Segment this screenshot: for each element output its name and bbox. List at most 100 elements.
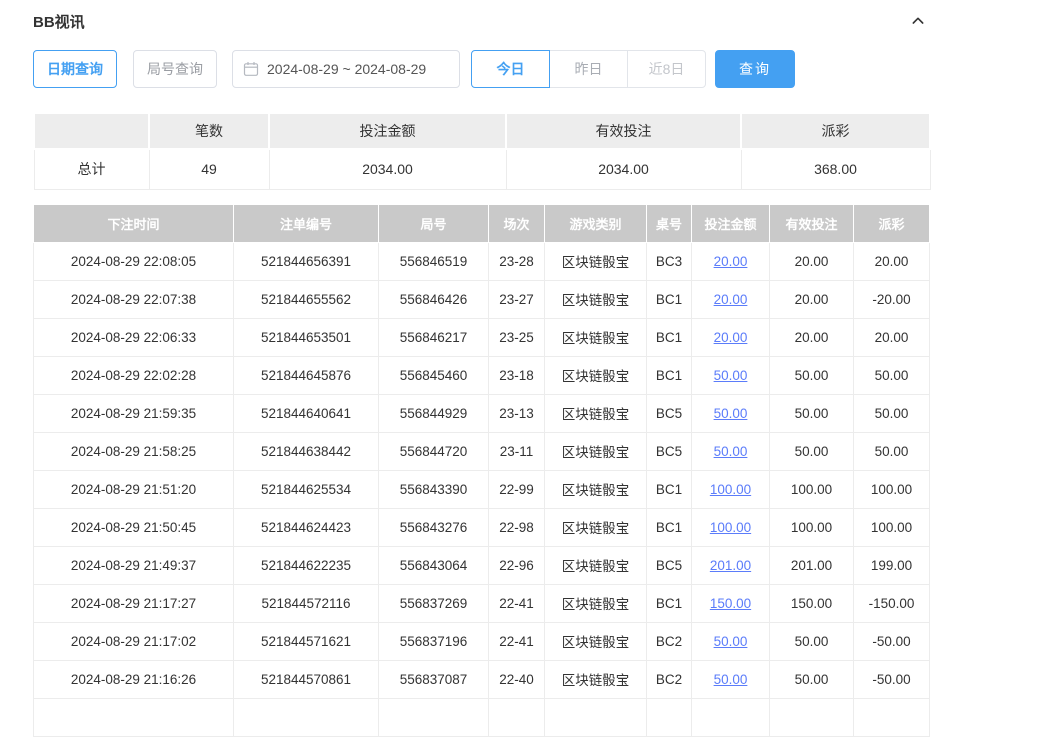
table-row: 2024-08-29 21:50:45521844624423556843276…	[34, 508, 930, 546]
bet-amount-link[interactable]: 20.00	[714, 330, 748, 345]
bet-amount-cell: 100.00	[692, 508, 770, 546]
col-bet-time: 下注时间	[34, 204, 234, 242]
valid-bet-cell: 20.00	[770, 280, 854, 318]
round-id-cell: 556846426	[379, 280, 489, 318]
bet-amount-link[interactable]: 201.00	[710, 558, 751, 573]
summary-total-payout: 368.00	[741, 149, 930, 189]
payout-cell	[854, 698, 930, 736]
payout-cell: -50.00	[854, 622, 930, 660]
order-id-cell: 521844571621	[234, 622, 379, 660]
yesterday-button[interactable]: 昨日	[549, 50, 628, 88]
valid-bet-cell: 50.00	[770, 660, 854, 698]
bet-amount-cell: 50.00	[692, 356, 770, 394]
summary-total-valid-bet: 2034.00	[506, 149, 741, 189]
today-button[interactable]: 今日	[471, 50, 550, 88]
round-id-cell: 556843276	[379, 508, 489, 546]
session-cell: 23-28	[489, 242, 545, 280]
round-query-tab[interactable]: 局号查询	[133, 50, 217, 88]
order-id-cell: 521844656391	[234, 242, 379, 280]
panel-title: BB视讯	[33, 11, 85, 32]
bet-amount-link[interactable]: 50.00	[714, 406, 748, 421]
summary-header-valid-bet: 有效投注	[506, 113, 741, 149]
col-session: 场次	[489, 204, 545, 242]
bet-amount-cell	[692, 698, 770, 736]
bet-amount-link[interactable]: 100.00	[710, 520, 751, 535]
summary-total-count: 49	[149, 149, 269, 189]
game-type-cell: 区块链骰宝	[545, 546, 647, 584]
table-no-cell: BC3	[647, 242, 692, 280]
game-type-cell: 区块链骰宝	[545, 584, 647, 622]
summary-header-empty	[34, 113, 149, 149]
date-range-picker[interactable]: 2024-08-29 ~ 2024-08-29	[232, 50, 460, 88]
bet-amount-cell: 201.00	[692, 546, 770, 584]
summary-header-payout: 派彩	[741, 113, 930, 149]
bet-amount-link[interactable]: 50.00	[714, 368, 748, 383]
table-row: 2024-08-29 22:08:05521844656391556846519…	[34, 242, 930, 280]
bet-time-cell: 2024-08-29 21:59:35	[34, 394, 234, 432]
collapse-chevron-up-icon[interactable]	[907, 10, 929, 32]
bet-amount-link[interactable]: 20.00	[714, 292, 748, 307]
payout-cell: 50.00	[854, 356, 930, 394]
round-id-cell	[379, 698, 489, 736]
bb-video-panel: BB视讯 日期查询 局号查询 2024-08-29 ~ 2024-08-29 今…	[0, 0, 1042, 737]
table-row: 2024-08-29 21:49:37521844622235556843064…	[34, 546, 930, 584]
order-id-cell: 521844638442	[234, 432, 379, 470]
table-no-cell: BC2	[647, 622, 692, 660]
summary-total-bet-amount: 2034.00	[269, 149, 506, 189]
order-id-cell: 521844640641	[234, 394, 379, 432]
search-button[interactable]: 查询	[715, 50, 795, 88]
table-no-cell: BC1	[647, 280, 692, 318]
bet-amount-link[interactable]: 50.00	[714, 672, 748, 687]
table-no-cell: BC1	[647, 356, 692, 394]
valid-bet-cell: 20.00	[770, 318, 854, 356]
summary-total-label: 总计	[34, 149, 149, 189]
order-id-cell: 521844570861	[234, 660, 379, 698]
bet-time-cell: 2024-08-29 22:06:33	[34, 318, 234, 356]
bet-time-cell: 2024-08-29 21:49:37	[34, 546, 234, 584]
bet-amount-link[interactable]: 50.00	[714, 634, 748, 649]
last-8-days-button[interactable]: 近8日	[627, 50, 706, 88]
order-id-cell: 521844572116	[234, 584, 379, 622]
summary-table: 笔数 投注金额 有效投注 派彩 总计 49 2034.00 2034.00 36…	[33, 112, 931, 190]
session-cell: 22-99	[489, 470, 545, 508]
game-type-cell: 区块链骰宝	[545, 432, 647, 470]
round-id-cell: 556837087	[379, 660, 489, 698]
session-cell: 23-27	[489, 280, 545, 318]
bet-amount-link[interactable]: 100.00	[710, 482, 751, 497]
table-row: 2024-08-29 22:07:38521844655562556846426…	[34, 280, 930, 318]
round-id-cell: 556844720	[379, 432, 489, 470]
bet-time-cell: 2024-08-29 21:58:25	[34, 432, 234, 470]
col-round-id: 局号	[379, 204, 489, 242]
payout-cell: -50.00	[854, 660, 930, 698]
order-id-cell: 521844625534	[234, 470, 379, 508]
session-cell: 22-41	[489, 622, 545, 660]
order-id-cell: 521844645876	[234, 356, 379, 394]
table-no-cell	[647, 698, 692, 736]
bet-amount-link[interactable]: 150.00	[710, 596, 751, 611]
valid-bet-cell: 100.00	[770, 470, 854, 508]
bet-time-cell	[34, 698, 234, 736]
quick-range-group: 今日 昨日 近8日	[471, 50, 706, 88]
records-table: 下注时间 注单编号 局号 场次 游戏类别 桌号 投注金额 有效投注 派彩 202…	[33, 204, 930, 737]
summary-header-row: 笔数 投注金额 有效投注 派彩	[34, 113, 930, 149]
date-query-tab[interactable]: 日期查询	[33, 50, 117, 88]
table-no-cell: BC5	[647, 394, 692, 432]
bet-time-cell: 2024-08-29 22:08:05	[34, 242, 234, 280]
table-row: 2024-08-29 21:17:02521844571621556837196…	[34, 622, 930, 660]
payout-cell: -150.00	[854, 584, 930, 622]
bet-amount-link[interactable]: 50.00	[714, 444, 748, 459]
round-id-cell: 556837196	[379, 622, 489, 660]
bet-amount-cell: 20.00	[692, 280, 770, 318]
bet-amount-cell: 20.00	[692, 242, 770, 280]
round-id-cell: 556843390	[379, 470, 489, 508]
bet-amount-link[interactable]: 20.00	[714, 254, 748, 269]
session-cell	[489, 698, 545, 736]
round-id-cell: 556846519	[379, 242, 489, 280]
records-header-row: 下注时间 注单编号 局号 场次 游戏类别 桌号 投注金额 有效投注 派彩	[34, 204, 930, 242]
panel-header: BB视讯	[33, 8, 929, 34]
valid-bet-cell: 100.00	[770, 508, 854, 546]
session-cell: 22-40	[489, 660, 545, 698]
bet-amount-cell: 50.00	[692, 660, 770, 698]
order-id-cell: 521844655562	[234, 280, 379, 318]
bet-time-cell: 2024-08-29 22:07:38	[34, 280, 234, 318]
